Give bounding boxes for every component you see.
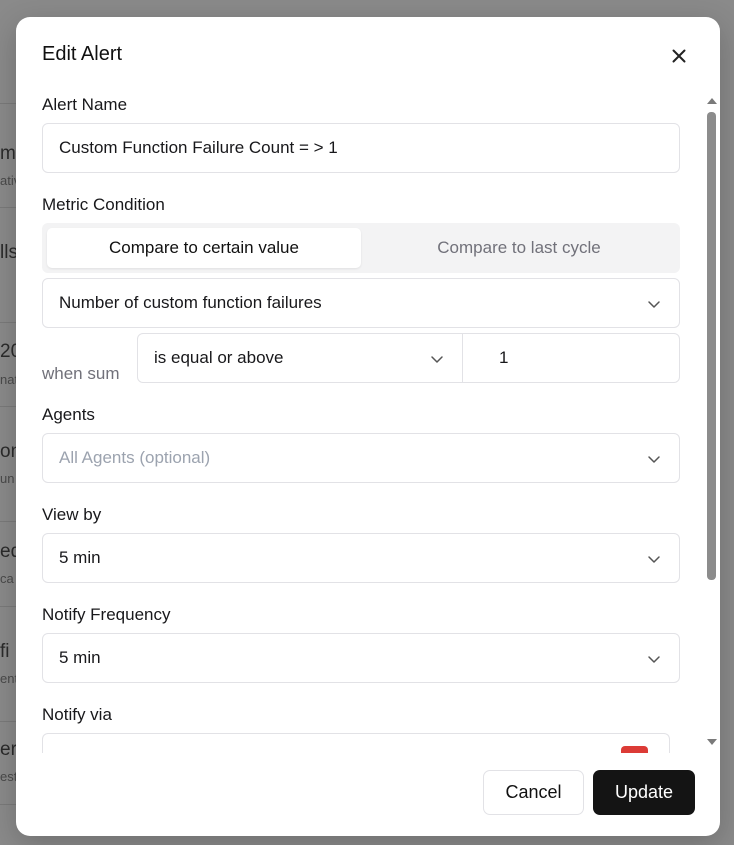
cancel-button[interactable]: Cancel (483, 770, 584, 815)
threshold-value: 1 (499, 348, 509, 367)
alert-name-label: Alert Name (42, 95, 128, 114)
notify-frequency-value: 5 min (59, 648, 101, 667)
modal-scroll-area[interactable]: Alert Name Custom Function Failure Count… (16, 87, 720, 753)
view-by-label: View by (42, 505, 102, 524)
metric-select[interactable]: Number of custom function failures (42, 278, 680, 328)
operator-select[interactable]: is equal or above (137, 333, 463, 383)
edit-alert-modal: Edit Alert Alert Name Custom Function Fa… (16, 17, 720, 836)
alert-name-value: Custom Function Failure Count = > 1 (59, 138, 338, 157)
agents-label: Agents (42, 405, 95, 424)
close-button[interactable] (668, 45, 690, 67)
compare-mode-toggle: Compare to certain value Compare to last… (42, 223, 680, 273)
background-subtext: est (0, 769, 18, 784)
metric-select-value: Number of custom function failures (59, 293, 322, 312)
background-text: fi (0, 641, 10, 662)
chevron-down-icon (648, 656, 660, 663)
chevron-down-icon (648, 456, 660, 463)
view-by-value: 5 min (59, 548, 101, 567)
tab-compare-certain-value[interactable]: Compare to certain value (47, 228, 361, 268)
scroll-down-arrow[interactable] (707, 739, 717, 745)
modal-title: Edit Alert (42, 43, 123, 65)
notify-via-field[interactable] (42, 733, 670, 753)
metric-condition-label: Metric Condition (42, 195, 165, 214)
chevron-down-icon (648, 301, 660, 308)
threshold-input[interactable]: 1 (462, 333, 680, 383)
when-sum-label: when sum (42, 364, 120, 383)
background-subtext: ca (0, 571, 14, 586)
chevron-down-icon (431, 356, 443, 363)
agents-select[interactable]: All Agents (optional) (42, 433, 680, 483)
notify-frequency-label: Notify Frequency (42, 605, 171, 624)
background-subtext: un (0, 471, 15, 486)
notify-via-label: Notify via (42, 705, 112, 724)
operator-select-value: is equal or above (154, 348, 284, 367)
view-by-select[interactable]: 5 min (42, 533, 680, 583)
close-icon (672, 49, 686, 63)
update-button[interactable]: Update (593, 770, 695, 815)
chevron-down-icon (648, 556, 660, 563)
notify-channel-chip[interactable] (621, 746, 648, 753)
agents-placeholder: All Agents (optional) (59, 448, 211, 467)
notify-frequency-select[interactable]: 5 min (42, 633, 680, 683)
scrollbar-thumb[interactable] (707, 112, 716, 580)
scroll-up-arrow[interactable] (707, 98, 717, 104)
tab-compare-last-cycle[interactable]: Compare to last cycle (362, 228, 676, 268)
alert-name-input[interactable]: Custom Function Failure Count = > 1 (42, 123, 680, 173)
background-text: er (0, 739, 17, 760)
